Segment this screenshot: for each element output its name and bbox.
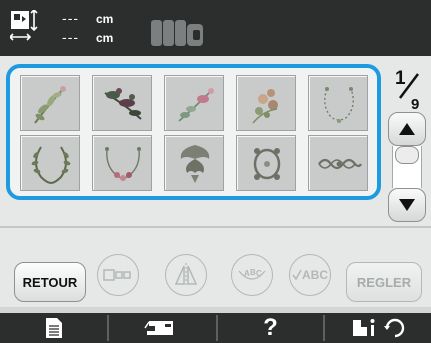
layout-button xyxy=(97,254,139,296)
toolbar-machine-button[interactable] xyxy=(109,313,216,343)
sewing-machine-icon xyxy=(143,321,173,335)
laurel-wreath-pattern-icon xyxy=(31,146,71,184)
pattern-tile-dotted-wreath[interactable] xyxy=(308,75,368,131)
floral-arch-pattern-icon xyxy=(105,147,141,181)
arrow-down-icon xyxy=(399,199,415,211)
pattern-tile-laurel-wreath[interactable] xyxy=(20,135,80,191)
width-value: --- xyxy=(62,12,80,27)
arc-text-icon: A B C xyxy=(238,268,266,280)
top-status-bar xyxy=(0,0,431,56)
check-abc-button: ABC xyxy=(289,254,331,296)
pattern-selection-grid xyxy=(6,64,381,200)
check-abc-label: ABC xyxy=(302,268,328,282)
damask-ornament-pattern-icon xyxy=(180,145,210,183)
leafy-branch-pattern-icon xyxy=(34,86,66,124)
pattern-size-icon xyxy=(10,10,38,41)
arc-text-button: A B C xyxy=(231,254,273,296)
regler-button: REGLER xyxy=(346,262,422,302)
floral-sprig-pattern-icon xyxy=(178,88,214,122)
toolbar-help-button[interactable]: ? xyxy=(218,313,323,343)
flower-spray-pattern-icon xyxy=(104,88,142,120)
scroll-up-button[interactable] xyxy=(388,112,426,146)
page-current: 1 xyxy=(395,68,406,89)
pattern-tile-ornamental-frame[interactable] xyxy=(236,135,296,191)
pattern-tile-scroll-border[interactable] xyxy=(308,135,368,191)
checkmark-icon xyxy=(292,269,302,281)
page-total: 9 xyxy=(411,96,420,113)
pattern-tile-floral-arch[interactable] xyxy=(92,135,152,191)
pattern-tile-flower-cluster[interactable] xyxy=(236,75,296,131)
pattern-tile-flower-spray[interactable] xyxy=(92,75,152,131)
ornamental-frame-pattern-icon xyxy=(253,148,281,180)
panel-divider xyxy=(0,226,431,228)
thread-spools-icon xyxy=(151,20,203,46)
scroll-thumb[interactable] xyxy=(395,146,419,164)
layout-squares-icon xyxy=(103,269,131,281)
scroll-border-pattern-icon xyxy=(318,158,362,170)
height-value: --- xyxy=(62,31,80,46)
document-icon xyxy=(45,318,62,338)
mirror-icon xyxy=(174,263,198,287)
presser-foot-info-icon xyxy=(353,318,405,338)
help-icon: ? xyxy=(263,314,278,341)
scroll-down-button[interactable] xyxy=(388,188,426,222)
svg-text:C: C xyxy=(256,269,262,278)
mirror-button xyxy=(165,254,207,296)
retour-button[interactable]: RETOUR xyxy=(14,262,86,302)
toolbar-document-button[interactable] xyxy=(0,313,107,343)
dotted-wreath-pattern-icon xyxy=(324,87,354,123)
toolbar-presser-foot-button[interactable] xyxy=(325,313,431,343)
pattern-tile-leafy-branch[interactable] xyxy=(20,75,80,131)
pattern-tile-floral-sprig[interactable] xyxy=(164,75,224,131)
arrow-up-icon xyxy=(399,123,415,135)
width-unit: cm xyxy=(96,12,114,26)
flower-cluster-pattern-icon xyxy=(252,89,278,124)
height-unit: cm xyxy=(96,31,114,45)
pattern-tile-damask-ornament[interactable] xyxy=(164,135,224,191)
